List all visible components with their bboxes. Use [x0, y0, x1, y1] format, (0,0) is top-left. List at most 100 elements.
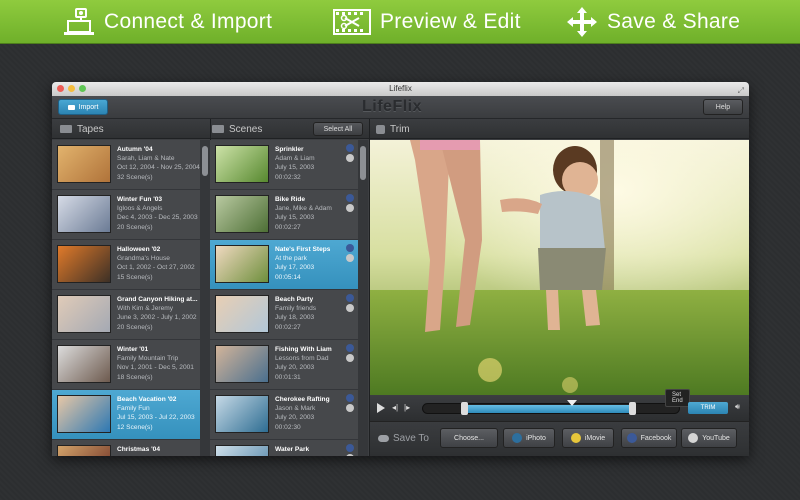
item-dates: Dec 4, 2003 - Dec 25, 2003 — [117, 214, 198, 222]
item-name: Cherokee Rafting — [275, 396, 330, 403]
scene-item[interactable]: Nate's First Steps At the park July 17, 20… — [210, 240, 358, 290]
imovie-button[interactable]: iMovie — [562, 428, 614, 448]
share-status-icons — [346, 394, 354, 412]
tapes-scroll-thumb[interactable] — [202, 146, 208, 176]
banner-label: Save & Share — [607, 10, 741, 33]
move-arrows-icon — [565, 7, 599, 37]
playback-controls: ◂| |▸ Set End TRIM 🔊︎ — [370, 389, 749, 421]
tapes-scrollbar[interactable] — [200, 140, 210, 456]
facebook-icon — [346, 394, 354, 402]
youtube-icon — [346, 154, 354, 162]
youtube-icon — [346, 254, 354, 262]
item-meta: Winter Fun '03 Igloos & Angels Dec 4, 2003… — [117, 195, 198, 239]
share-status-icons — [346, 444, 354, 456]
item-name: Halloween '02 — [117, 246, 161, 253]
volume-icon[interactable]: 🔊︎ — [735, 402, 740, 412]
choose-button[interactable]: Choose... — [440, 428, 498, 448]
youtube-icon — [346, 304, 354, 312]
item-time: 00:02:27 — [275, 323, 301, 331]
trim-button[interactable]: TRIM — [688, 402, 728, 414]
item-date: July 20, 2003 — [275, 414, 315, 422]
scene-item[interactable]: Fishing With Liam Lessons from Dad July 20… — [210, 340, 358, 390]
tape-item[interactable]: Winter Fun '03 Igloos & Angels Dec 4, 2003… — [52, 190, 200, 240]
playhead[interactable] — [567, 400, 577, 406]
item-date: July 17, 2003 — [275, 264, 315, 272]
iphoto-button[interactable]: iPhoto — [503, 428, 555, 448]
item-dates: Nov 1, 2001 - Dec 5, 2001 — [117, 364, 194, 372]
app-logo: LifeFlix — [362, 98, 423, 115]
app-window: Lifeflix ⤢ Import LifeFlix Help Tapes Sc… — [52, 82, 749, 456]
trim-header-label: Trim — [390, 123, 410, 135]
banner-step-preview: Preview & Edit — [332, 0, 521, 44]
item-name: Nate's First Steps — [275, 246, 331, 253]
close-window-button[interactable] — [57, 85, 64, 92]
scene-item[interactable]: Cherokee Rafting Jason & Mark July 20, 200… — [210, 390, 358, 440]
camera-laptop-icon — [62, 7, 96, 37]
item-meta: Sprinkler Adam & Liam July 15, 2003 00:02:3… — [275, 145, 315, 189]
tapes-header-label: Tapes — [77, 123, 104, 135]
youtube-button[interactable]: YouTube — [681, 428, 737, 448]
minimize-window-button[interactable] — [68, 85, 75, 92]
tape-item[interactable]: Autumn '04 Sarah, Liam & Nate Oct 12, 2004… — [52, 140, 200, 190]
top-banner: Connect & Import Preview & Edit Save & S… — [0, 0, 800, 44]
tape-item[interactable]: Beach Vacation '02 Family Fun Jul 15, 2003… — [52, 390, 200, 440]
set-end-tooltip: Set End — [665, 389, 690, 407]
video-preview[interactable] — [370, 140, 749, 395]
facebook-icon — [346, 294, 354, 302]
step-back-icon[interactable]: ◂| — [392, 403, 398, 412]
trim-end-handle[interactable] — [629, 402, 636, 415]
trim-start-handle[interactable] — [461, 402, 468, 415]
item-dates: Oct 12, 2004 - Nov 25, 2004 — [117, 164, 200, 172]
item-meta: Water Park — [275, 445, 309, 456]
toolbar: Import LifeFlix Help — [52, 96, 749, 119]
item-name: Winter Fun '03 — [117, 196, 163, 203]
tape-icon — [60, 125, 72, 133]
facebook-icon — [346, 244, 354, 252]
import-button[interactable]: Import — [58, 99, 108, 115]
crop-icon — [376, 124, 385, 134]
item-name: Water Park — [275, 446, 310, 453]
tape-item[interactable]: Grand Canyon Hiking at... With Kim & Jere… — [52, 290, 200, 340]
scene-item[interactable]: Bike Ride Jane, Mike & Adam July 15, 2003 0… — [210, 190, 358, 240]
select-all-button[interactable]: Select All — [313, 122, 363, 136]
tapes-header: Tapes — [60, 119, 104, 139]
zoom-window-button[interactable] — [79, 85, 86, 92]
tape-item[interactable]: Halloween '02 Grandma's House Oct 1, 2002 … — [52, 240, 200, 290]
item-meta: Halloween '02 Grandma's House Oct 1, 2002 … — [117, 245, 195, 289]
item-dates: Jul 15, 2003 - Jul 22, 2003 — [117, 414, 195, 422]
iphoto-icon — [512, 433, 523, 443]
share-status-icons — [346, 244, 354, 262]
step-forward-icon[interactable]: |▸ — [404, 403, 410, 412]
share-status-icons — [346, 194, 354, 212]
item-name: Beach Vacation '02 — [117, 396, 177, 403]
item-name: Sprinkler — [275, 146, 304, 153]
help-button[interactable]: Help — [703, 99, 743, 115]
thumbnail — [57, 145, 111, 183]
item-count: 12 Scene(s) — [117, 423, 153, 431]
thumbnail — [57, 195, 111, 233]
thumbnail — [215, 295, 269, 333]
scenes-header-label: Scenes — [229, 123, 263, 135]
thumbnail — [57, 295, 111, 333]
tape-item[interactable]: Christmas '04 — [52, 440, 200, 456]
tape-item[interactable]: Winter '01 Family Mountain Trip Nov 1, 200… — [52, 340, 200, 390]
scene-item[interactable]: Water Park — [210, 440, 358, 456]
item-meta: Cherokee Rafting Jason & Mark July 20, 200… — [275, 395, 330, 439]
share-status-icons — [346, 144, 354, 162]
item-people: Family friends — [275, 305, 317, 313]
scissors-film-icon — [332, 7, 372, 37]
facebook-button[interactable]: Facebook — [621, 428, 677, 448]
scenes-scroll-thumb[interactable] — [360, 146, 366, 180]
thumbnail — [57, 445, 111, 456]
play-icon[interactable] — [377, 403, 385, 413]
scene-item[interactable]: Beach Party Family friends July 18, 2003 00… — [210, 290, 358, 340]
item-count: 20 Scene(s) — [117, 323, 153, 331]
thumbnail — [57, 345, 111, 383]
scene-item[interactable]: Sprinkler Adam & Liam July 15, 2003 00:02:3… — [210, 140, 358, 190]
youtube-label: YouTube — [702, 434, 730, 442]
imovie-icon — [570, 433, 581, 443]
scenes-scrollbar[interactable] — [358, 140, 368, 456]
youtube-icon — [688, 433, 699, 443]
item-time: 00:05:14 — [275, 273, 301, 281]
trim-timeline[interactable]: Set End — [422, 389, 690, 415]
